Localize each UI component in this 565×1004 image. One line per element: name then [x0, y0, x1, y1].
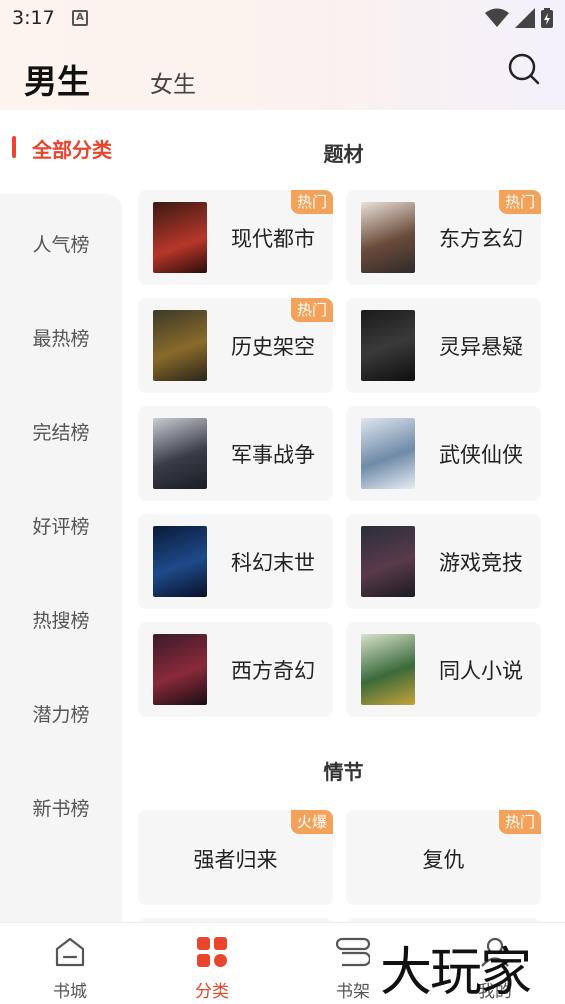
hot-badge: 热门 [498, 810, 541, 834]
gender-tabs: 男生 女生 [0, 50, 565, 105]
plot-card[interactable]: 复仇 热门 [346, 810, 541, 905]
book-cover [153, 526, 207, 597]
genre-card[interactable]: 科幻末世 [138, 514, 333, 609]
genre-card[interactable]: 武侠仙侠 [346, 406, 541, 501]
hot-badge: 火爆 [290, 810, 333, 834]
book-cover [153, 202, 207, 273]
bookshelf-icon [336, 937, 370, 967]
sidebar-item-rated[interactable]: 好评榜 [0, 476, 122, 570]
nav-label: 书城 [53, 982, 87, 1002]
book-cover [153, 310, 207, 381]
genre-card[interactable]: 东方玄幻 热门 [346, 190, 541, 285]
watermark-logo: 大玩家 [380, 943, 532, 1003]
search-icon[interactable] [507, 52, 541, 86]
sidebar-item-potential[interactable]: 潜力榜 [0, 664, 122, 758]
status-bar: 3:17 A [0, 0, 565, 40]
genre-card[interactable]: 军事战争 [138, 406, 333, 501]
nav-category[interactable]: 分类 [167, 923, 257, 1004]
genre-name: 现代都市 [231, 227, 315, 251]
book-cover [153, 634, 207, 705]
status-icons [485, 8, 553, 28]
nav-bookstore[interactable]: 书城 [25, 923, 115, 1004]
genre-card[interactable]: 西方奇幻 [138, 622, 333, 717]
genre-name: 西方奇幻 [231, 659, 315, 683]
genre-name: 游戏竞技 [439, 551, 523, 575]
book-cover [361, 310, 415, 381]
genre-name: 武侠仙侠 [439, 443, 523, 467]
signal-icon [515, 8, 535, 28]
category-content: 题材 现代都市 热门 东方玄幻 热门 历史架空 热门 灵异悬疑 军事战争 武侠仙… [122, 110, 565, 922]
sidebar-item-popular[interactable]: 人气榜 [0, 194, 122, 288]
book-cover [361, 526, 415, 597]
sidebar-item-searched[interactable]: 热搜榜 [0, 570, 122, 664]
sidebar-item-completed[interactable]: 完结榜 [0, 382, 122, 476]
sidebar-item-hottest[interactable]: 最热榜 [0, 288, 122, 382]
genre-name: 东方玄幻 [439, 227, 523, 251]
section-title-plot: 情节 [323, 760, 364, 784]
status-time: 3:17 [12, 7, 55, 29]
book-cover [361, 202, 415, 273]
section-title-theme: 题材 [323, 142, 364, 166]
sidebar-item-label: 全部分类 [32, 138, 112, 162]
genre-card[interactable]: 同人小说 [346, 622, 541, 717]
selected-indicator [12, 136, 16, 158]
ranking-list: 人气榜 最热榜 完结榜 好评榜 热搜榜 潜力榜 新书榜 [0, 194, 122, 922]
genre-name: 历史架空 [231, 335, 315, 359]
notification-icon: A [72, 10, 88, 26]
category-sidebar: 全部分类 人气榜 最热榜 完结榜 好评榜 热搜榜 潜力榜 新书榜 [0, 110, 122, 922]
genre-name: 灵异悬疑 [439, 335, 523, 359]
genre-card[interactable]: 现代都市 热门 [138, 190, 333, 285]
hot-badge: 热门 [498, 190, 541, 214]
plot-name: 复仇 [422, 848, 465, 872]
book-cover [361, 634, 415, 705]
book-cover [153, 418, 207, 489]
genre-card[interactable]: 历史架空 热门 [138, 298, 333, 393]
nav-label: 分类 [195, 982, 229, 1002]
genre-card[interactable]: 灵异悬疑 [346, 298, 541, 393]
plot-name: 强者归来 [193, 848, 278, 872]
tab-female[interactable]: 女生 [150, 65, 196, 99]
wifi-icon [485, 8, 509, 27]
book-cover [361, 418, 415, 489]
home-icon [55, 937, 85, 967]
tab-male[interactable]: 男生 [24, 55, 90, 103]
hot-badge: 热门 [290, 298, 333, 322]
sidebar-item-all[interactable]: 全部分类 [0, 130, 122, 168]
hot-badge: 热门 [290, 190, 333, 214]
category-icon [197, 937, 227, 967]
genre-card[interactable]: 游戏竞技 [346, 514, 541, 609]
battery-icon [541, 8, 553, 28]
genre-name: 科幻末世 [231, 551, 315, 575]
genre-name: 军事战争 [231, 443, 315, 467]
plot-card[interactable]: 强者归来 火爆 [138, 810, 333, 905]
genre-name: 同人小说 [439, 659, 523, 683]
sidebar-item-new[interactable]: 新书榜 [0, 758, 122, 852]
